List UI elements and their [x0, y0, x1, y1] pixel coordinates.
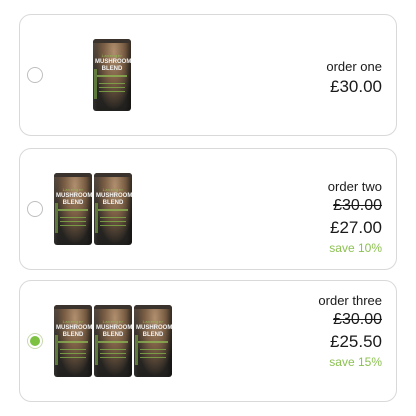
- original-price: £30.00: [333, 311, 382, 328]
- product-tin-image: Lavenger MUSHROOM BLEND: [94, 305, 132, 377]
- tin-title-text: MUSHROOM BLEND: [56, 325, 92, 338]
- product-tin-image: Lavenger MUSHROOM BLEND: [94, 173, 132, 245]
- tin-brand-text: Lavenger: [62, 319, 84, 324]
- price-info: order two £30.00 £27.00 save 10%: [328, 179, 382, 256]
- product-tin-image: Lavenger MUSHROOM BLEND: [93, 39, 131, 111]
- tin-title-text: MUSHROOM BLEND: [56, 193, 92, 206]
- radio-button[interactable]: [27, 201, 43, 217]
- tin-title-text: MUSHROOM BLEND: [96, 193, 132, 206]
- tin-title-text: MUSHROOM BLEND: [96, 325, 132, 338]
- product-tin-image: Lavenger MUSHROOM BLEND: [134, 305, 172, 377]
- original-price: £30.00: [333, 197, 382, 214]
- product-image-group: Lavenger MUSHROOM BLEND Lavenger MUSHROO…: [54, 305, 172, 377]
- option-label: order three: [318, 293, 382, 308]
- tin-title-text: MUSHROOM BLEND: [136, 325, 172, 338]
- order-option-one[interactable]: Lavenger MUSHROOM BLEND order one £30.00: [19, 14, 397, 136]
- tin-title-text: MUSHROOM BLEND: [95, 59, 131, 72]
- tin-brand-text: Lavenger: [102, 319, 124, 324]
- order-option-two[interactable]: Lavenger MUSHROOM BLEND Lavenger MUSHROO…: [19, 148, 397, 270]
- product-tin-image: Lavenger MUSHROOM BLEND: [54, 173, 92, 245]
- current-price: £30.00: [330, 77, 382, 96]
- tin-brand-text: Lavenger: [142, 319, 164, 324]
- tin-brand-text: Lavenger: [62, 187, 84, 192]
- product-image-group: Lavenger MUSHROOM BLEND Lavenger MUSHROO…: [54, 173, 132, 245]
- savings-label: save 15%: [329, 355, 382, 369]
- product-image-group: Lavenger MUSHROOM BLEND: [93, 39, 131, 111]
- price-info: order one £30.00: [326, 59, 382, 97]
- order-option-three[interactable]: Lavenger MUSHROOM BLEND Lavenger MUSHROO…: [19, 280, 397, 402]
- option-label: order two: [327, 179, 382, 194]
- current-price: £27.00: [330, 218, 382, 237]
- savings-label: save 10%: [329, 241, 382, 255]
- tin-brand-text: Lavenger: [101, 53, 123, 58]
- price-info: order three £30.00 £25.50 save 15%: [318, 293, 382, 370]
- radio-button-selected[interactable]: [27, 333, 43, 349]
- current-price: £25.50: [330, 332, 382, 351]
- tin-brand-text: Lavenger: [102, 187, 124, 192]
- option-label: order one: [326, 59, 382, 74]
- radio-button[interactable]: [27, 67, 43, 83]
- product-tin-image: Lavenger MUSHROOM BLEND: [54, 305, 92, 377]
- radio-dot: [30, 336, 40, 346]
